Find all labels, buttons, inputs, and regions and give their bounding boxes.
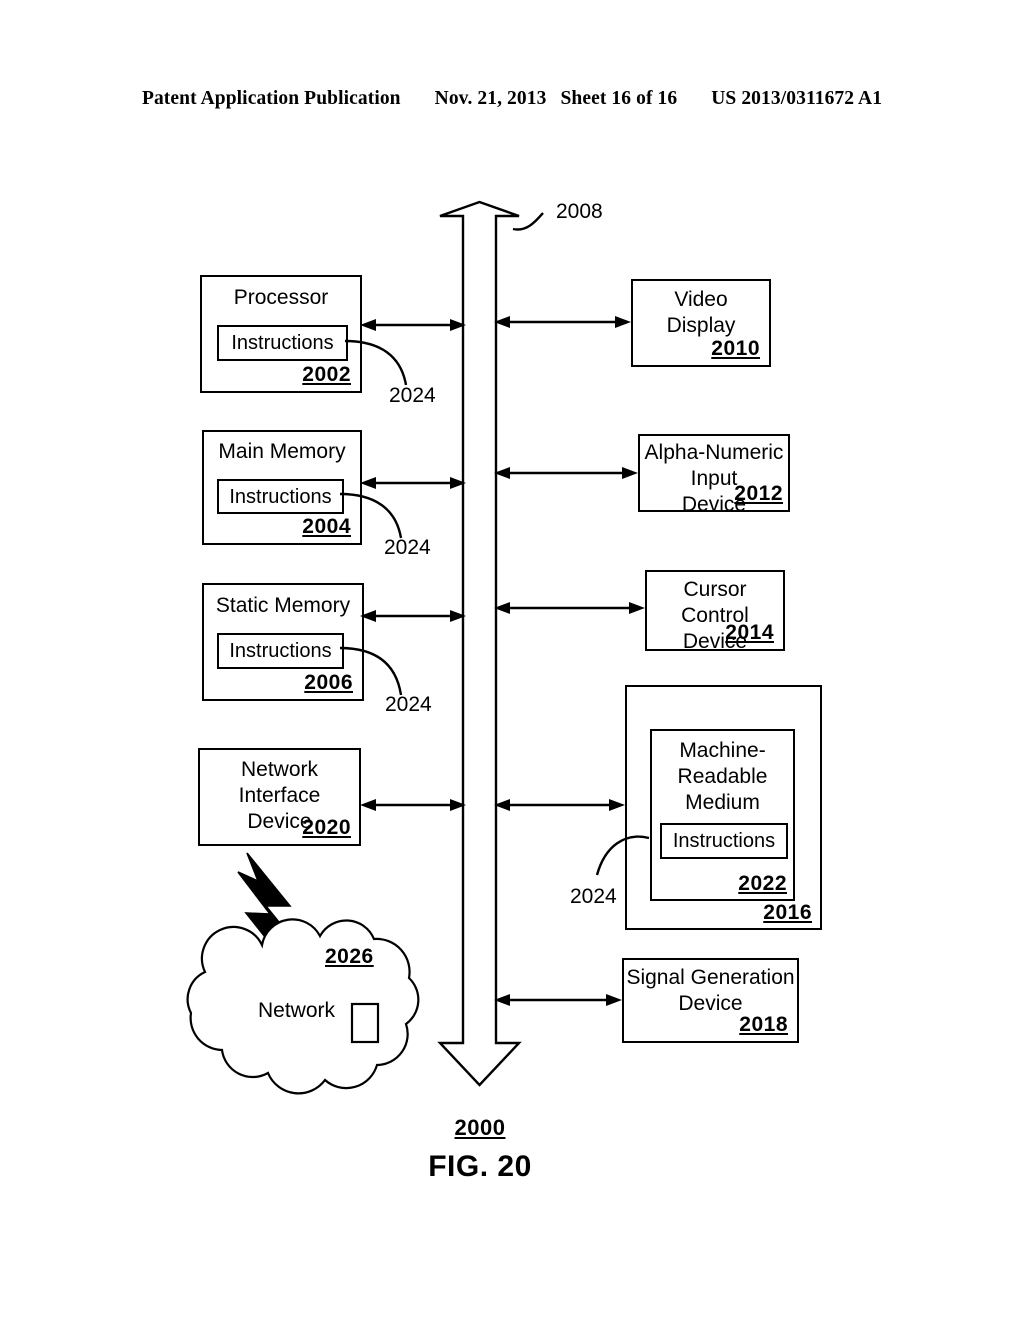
alpha-numeric-input-device-title: Alpha-Numeric Input Device (644, 441, 784, 516)
main-memory-ref: 2004 (302, 515, 351, 538)
video-display-title: Video Display (666, 288, 736, 337)
connector-static-memory (360, 610, 466, 622)
machine-readable-medium-ref: 2022 (738, 872, 787, 895)
machine-readable-medium-instructions-box[interactable]: Instructions (660, 823, 788, 859)
network-node-rect (350, 1002, 380, 1044)
static-memory-box[interactable]: Static Memory Instructions 2006 (202, 583, 364, 701)
video-display-ref: 2010 (711, 337, 760, 360)
main-memory-leader-ref: 2024 (384, 536, 431, 559)
main-memory-instructions-box[interactable]: Instructions (217, 479, 344, 514)
cursor-control-device-ref: 2014 (725, 621, 774, 644)
connector-signal-generation (494, 994, 622, 1006)
connector-network-interface (360, 799, 466, 811)
processor-instructions-label: Instructions (231, 332, 334, 354)
connector-main-memory (360, 477, 466, 489)
processor-ref: 2002 (302, 363, 351, 386)
signal-generation-device-title: Signal Generation Device (626, 966, 795, 1015)
patent-figure-20: 2008 Processor Instructions 2002 2024 Ma… (0, 0, 1024, 1320)
processor-title: Processor (233, 286, 329, 309)
machine-readable-medium-title: Machine- Readable Medium (677, 739, 768, 814)
connector-cursor-control (494, 602, 645, 614)
alpha-numeric-input-device-ref: 2012 (734, 482, 783, 505)
signal-generation-device-box[interactable]: Signal Generation Device 2018 (622, 958, 799, 1043)
main-memory-instructions-label: Instructions (229, 485, 332, 508)
drive-unit-ref: 2016 (763, 901, 812, 924)
machine-readable-medium-leader-ref: 2024 (570, 885, 617, 908)
processor-box[interactable]: Processor Instructions 2002 (200, 275, 362, 393)
network-interface-device-box[interactable]: Network Interface Device 2020 (198, 748, 361, 846)
machine-readable-medium-box[interactable]: Machine- Readable Medium Instructions 20… (650, 729, 795, 901)
connector-processor (360, 319, 466, 331)
machine-readable-medium-instructions-label: Instructions (672, 830, 776, 852)
alpha-numeric-input-device-box[interactable]: Alpha-Numeric Input Device 2012 (638, 434, 790, 516)
network-ref: 2026 (325, 945, 374, 968)
network-interface-device-ref: 2020 (302, 816, 351, 839)
connector-alpha-numeric (494, 467, 638, 479)
static-memory-instructions-label: Instructions (229, 640, 332, 662)
main-memory-box[interactable]: Main Memory Instructions 2004 (202, 430, 362, 545)
video-display-box[interactable]: Video Display 2010 (631, 279, 771, 367)
processor-leader-ref: 2024 (389, 384, 436, 407)
static-memory-leader-ref: 2024 (385, 693, 432, 716)
static-memory-instructions-box[interactable]: Instructions (217, 633, 344, 669)
network-label: Network (258, 999, 336, 1022)
connector-drive-unit (494, 799, 625, 811)
static-memory-title: Static Memory (215, 594, 351, 617)
signal-generation-device-ref: 2018 (739, 1013, 788, 1036)
system-ref-label: 2000 (454, 1115, 506, 1140)
processor-instructions-box[interactable]: Instructions (217, 325, 348, 361)
bus-ref-label: 2008 (556, 200, 603, 223)
main-memory-title: Main Memory (218, 440, 346, 463)
figure-caption: FIG. 20 (428, 1150, 532, 1183)
static-memory-ref: 2006 (304, 671, 353, 694)
system-bus-arrow (437, 200, 522, 1087)
connector-video-display (494, 316, 631, 328)
cursor-control-device-box[interactable]: Cursor Control Device 2014 (645, 570, 785, 653)
